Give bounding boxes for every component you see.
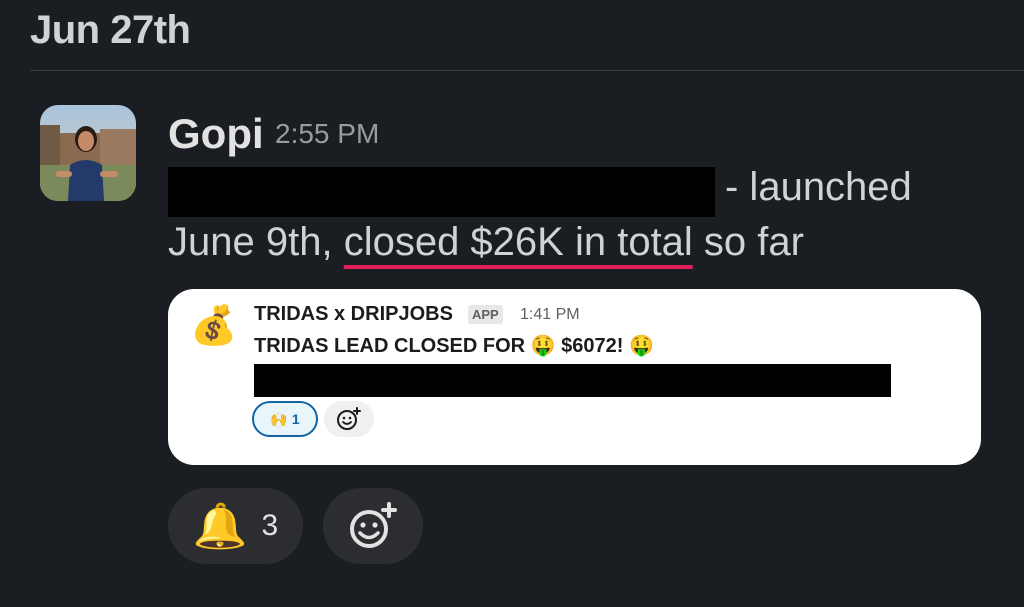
add-reaction-button[interactable]	[323, 488, 423, 564]
shared-message-card[interactable]: 💰 TRIDAS x DRIPJOBS APP 1:41 PM TRIDAS L…	[168, 289, 981, 465]
money-bag-icon: 💰	[190, 305, 238, 347]
text-prefix: June 9th,	[168, 220, 344, 264]
card-reaction-button[interactable]: 🙌 1	[252, 401, 318, 437]
reaction-count: 1	[291, 411, 300, 427]
card-title[interactable]: TRIDAS x DRIPJOBS	[254, 303, 453, 326]
text-suffix: so far	[692, 220, 804, 264]
card-add-reaction-button[interactable]	[324, 401, 374, 437]
add-reaction-icon	[337, 407, 361, 430]
redacted-block	[168, 167, 715, 217]
app-badge: APP	[468, 305, 503, 324]
avatar[interactable]	[40, 105, 136, 201]
card-amount: $6072!	[555, 335, 629, 357]
message-text-line1: - launched	[725, 165, 912, 209]
highlighted-text: closed $26K in total	[343, 220, 693, 264]
money-face-icon: 🤑	[628, 335, 654, 357]
raised-hands-icon: 🙌	[270, 410, 288, 427]
avatar-image	[40, 105, 136, 201]
message-timestamp[interactable]: 2:55 PM	[275, 118, 379, 150]
date-divider	[30, 70, 1024, 71]
add-reaction-icon	[350, 502, 397, 548]
author-name[interactable]: Gopi	[168, 110, 264, 158]
message-text-line2: June 9th, closed $26K in total so far	[168, 220, 804, 265]
card-message-line: TRIDAS LEAD CLOSED FOR 🤑 $6072! 🤑	[254, 333, 654, 358]
reaction-bell[interactable]: 🔔 3	[168, 488, 303, 564]
card-timestamp[interactable]: 1:41 PM	[520, 306, 580, 324]
redacted-block	[254, 364, 891, 397]
reaction-count: 3	[261, 509, 279, 542]
money-face-icon: 🤑	[530, 335, 556, 357]
bell-icon: 🔔	[192, 502, 248, 551]
date-header: Jun 27th	[30, 8, 191, 52]
card-line-prefix: TRIDAS LEAD CLOSED FOR	[254, 335, 531, 357]
